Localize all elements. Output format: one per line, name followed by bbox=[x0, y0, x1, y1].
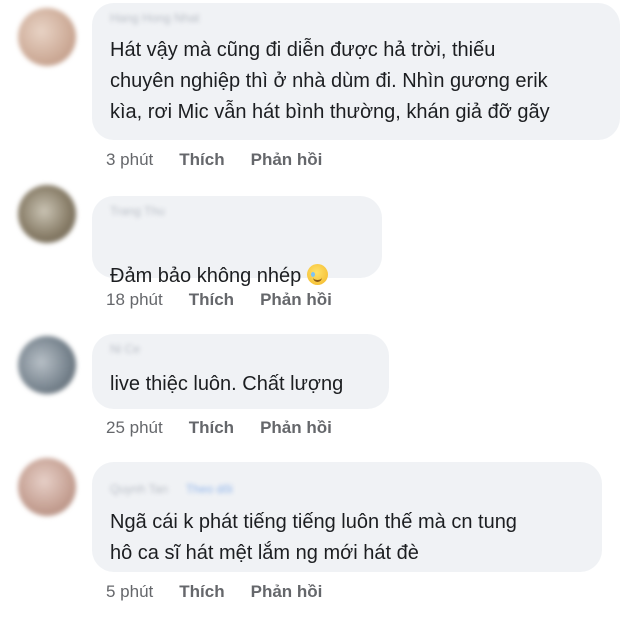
like-button[interactable]: Thích bbox=[179, 150, 224, 170]
comment-author[interactable]: Ni Ce bbox=[110, 343, 140, 355]
reply-button[interactable]: Phản hồi bbox=[251, 582, 323, 602]
avatar[interactable] bbox=[18, 185, 76, 243]
comment-bubble: Hang Hong Nhat Hát vậy mà cũng đi diễn đ… bbox=[92, 3, 620, 140]
avatar[interactable] bbox=[18, 458, 76, 516]
like-button[interactable]: Thích bbox=[189, 418, 234, 438]
comment-author-name[interactable]: Quynh Tan bbox=[110, 482, 168, 496]
reply-button[interactable]: Phản hồi bbox=[260, 418, 332, 438]
comment-author[interactable]: Trang Thu bbox=[110, 205, 165, 217]
comment-bubble: Quynh Tan Theo dõi Ngã cái k phát tiếng t… bbox=[92, 462, 602, 572]
comment-time[interactable]: 5 phút bbox=[106, 582, 153, 602]
comment-bubble: Trang Thu Đảm bảo không nhép bbox=[92, 196, 382, 287]
follow-link[interactable]: Theo dõi bbox=[186, 483, 233, 495]
avatar[interactable] bbox=[18, 8, 76, 66]
avatar[interactable] bbox=[18, 336, 76, 394]
comment-time[interactable]: 25 phút bbox=[106, 418, 163, 438]
comment-actions: 18 phút Thích Phản hồi bbox=[106, 290, 332, 310]
comment-actions: 25 phút Thích Phản hồi bbox=[106, 418, 332, 438]
comment-bubble: Ni Ce live thiệc luôn. Chất lượng bbox=[92, 334, 389, 409]
comment-time[interactable]: 3 phút bbox=[106, 150, 153, 170]
crying-smile-emoji-icon bbox=[307, 264, 329, 285]
like-button[interactable]: Thích bbox=[179, 582, 224, 602]
comment-text: live thiệc luôn. Chất lượng bbox=[110, 373, 344, 395]
comment-actions: 3 phút Thích Phản hồi bbox=[106, 150, 322, 170]
comment-text: Đảm bảo không nhép bbox=[110, 240, 368, 288]
reply-button[interactable]: Phản hồi bbox=[251, 150, 323, 170]
comment-time[interactable]: 18 phút bbox=[106, 290, 163, 310]
like-button[interactable]: Thích bbox=[189, 290, 234, 310]
comment-text: Hát vậy mà cũng đi diễn được hả trời, th… bbox=[110, 39, 550, 123]
comment-actions: 5 phút Thích Phản hồi bbox=[106, 582, 322, 602]
comment-author[interactable]: Hang Hong Nhat bbox=[110, 12, 199, 24]
comment-author[interactable]: Quynh Tan Theo dõi bbox=[110, 482, 233, 496]
reply-button[interactable]: Phản hồi bbox=[260, 290, 332, 310]
comment-text: Ngã cái k phát tiếng tiếng luôn thế mà c… bbox=[110, 511, 517, 564]
comment-text-content: Đảm bảo không nhép bbox=[110, 265, 302, 287]
